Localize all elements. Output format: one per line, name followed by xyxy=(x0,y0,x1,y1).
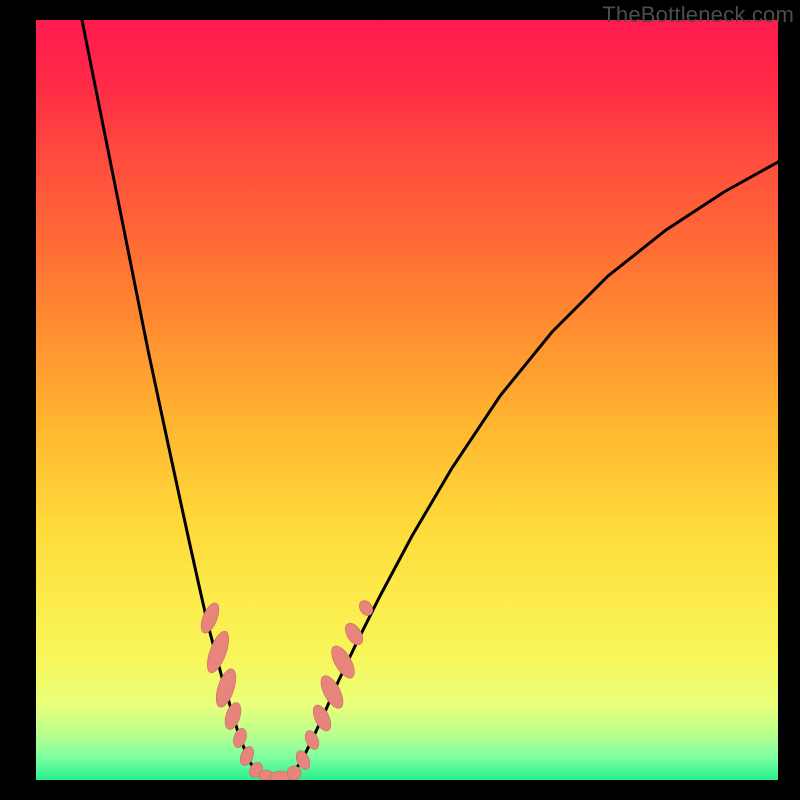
marker-dot xyxy=(357,598,376,618)
marker-dot xyxy=(302,728,321,751)
frame: TheBottleneck.com xyxy=(0,0,800,800)
marker-dot xyxy=(310,702,335,733)
watermark-text: TheBottleneck.com xyxy=(602,2,794,28)
plot-area xyxy=(36,20,778,780)
marker-dot xyxy=(316,672,347,711)
marker-dot xyxy=(198,601,223,636)
marker-layer xyxy=(36,20,778,780)
marker-dot xyxy=(327,642,359,681)
marker-dot xyxy=(231,727,249,750)
marker-dot xyxy=(203,629,233,676)
marker-dot xyxy=(342,620,367,648)
